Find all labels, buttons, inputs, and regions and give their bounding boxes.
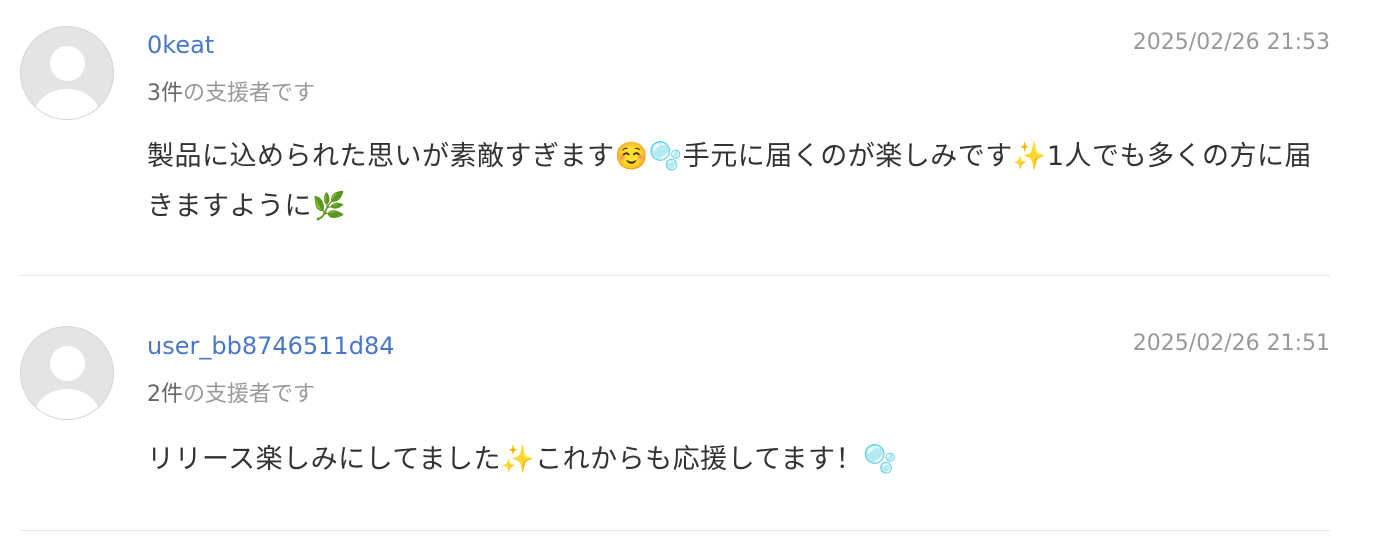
- support-count-number: 3件: [147, 81, 183, 106]
- supporter-count: 2件の支援者です: [147, 376, 315, 408]
- comment-divider: [20, 530, 1330, 531]
- comment-message: 製品に込められた思いが素敵すぎます☺️🫧手元に届くのが楽しみです✨1人でも多くの…: [147, 141, 1313, 222]
- avatar-head-shape: [50, 46, 85, 81]
- supporter-count: 3件の支援者です: [147, 75, 315, 107]
- avatar-body-shape: [35, 89, 99, 119]
- comment-message: リリース楽しみにしてました✨これからも応援してます！🫧: [147, 444, 898, 475]
- comment-timestamp: 2025/02/26 21:51: [1132, 331, 1330, 356]
- user-avatar-icon[interactable]: [20, 326, 114, 420]
- comment-divider: [20, 275, 1330, 276]
- username-link[interactable]: 0keat: [147, 31, 214, 59]
- avatar-body-shape: [35, 389, 99, 419]
- support-count-suffix: の支援者です: [183, 382, 316, 407]
- comment-item: 0keat 2025/02/26 21:53 3件の支援者です 製品に込められた…: [20, 0, 1330, 276]
- comment-item: user_bb8746511d84 2025/02/26 21:51 2件の支援…: [20, 301, 1330, 531]
- user-avatar-icon[interactable]: [20, 26, 114, 120]
- support-count-number: 2件: [147, 382, 183, 407]
- username-link[interactable]: user_bb8746511d84: [147, 332, 394, 360]
- comment-timestamp: 2025/02/26 21:53: [1132, 30, 1330, 55]
- avatar-head-shape: [50, 346, 85, 381]
- support-count-suffix: の支援者です: [183, 81, 316, 106]
